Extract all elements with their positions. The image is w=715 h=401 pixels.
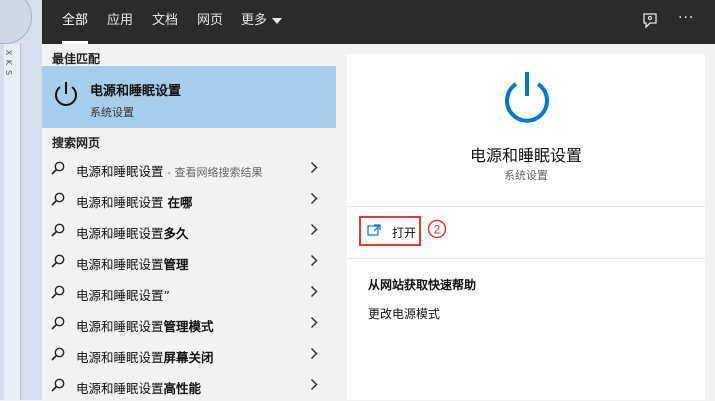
web-search-item[interactable]: 电源和睡眠设置高性能 [42, 370, 336, 401]
tab-all[interactable]: 全部 [62, 0, 89, 44]
open-icon [367, 224, 381, 236]
more-icon[interactable]: ··· [678, 10, 694, 26]
tab-documents[interactable]: 文档 [152, 0, 178, 44]
step-annotation: 2 [427, 219, 447, 239]
detail-title: 电源和睡眠设置 [469, 146, 582, 165]
web-search-text: 电源和睡眠设置管理 [76, 254, 189, 273]
chevron-right-icon [310, 378, 318, 391]
best-match-result[interactable]: 电源和睡眠设置 系统设置 [42, 66, 336, 128]
web-search-text: 电源和睡眠设置 - 查看网络搜索结果 [76, 161, 262, 180]
open-button[interactable]: 打开 [359, 216, 421, 246]
search-icon [51, 254, 65, 268]
help-heading: 从网站获取快速帮助 [368, 278, 477, 292]
chevron-right-icon [310, 161, 318, 174]
web-search-text: 电源和睡眠设置高性能 [76, 378, 201, 397]
background-window-edge: X K S [0, 0, 42, 400]
best-match-label: 最佳匹配 [52, 52, 101, 66]
query-base: 电源和睡眠设置 [76, 319, 164, 334]
tab-more-label: 更多 [241, 13, 268, 28]
web-search-text: 电源和睡眠设置多久 [76, 223, 189, 242]
query-base: 电源和睡眠设置 [76, 226, 164, 241]
tab-apps[interactable]: 应用 [107, 0, 133, 44]
web-search-label: 搜索网页 [52, 136, 101, 150]
svg-text:2: 2 [434, 223, 441, 237]
feedback-icon[interactable] [642, 12, 660, 34]
results-panel: 最佳匹配 电源和睡眠设置 系统设置 搜索网页 电源和睡眠设置 - 查看网络搜索结… [42, 44, 336, 400]
query-base: 电源和睡眠设置 [76, 195, 168, 210]
search-icon [51, 285, 65, 299]
query-base: 电源和睡眠设置 [76, 381, 164, 396]
search-icon [51, 347, 65, 361]
web-search-item[interactable]: 电源和睡眠设置屏幕关闭 [42, 339, 336, 370]
query-base: 电源和睡眠设置 [76, 350, 164, 365]
tab-more[interactable]: 更多 [241, 0, 283, 44]
background-circle [0, 0, 32, 44]
query-base: 电源和睡眠设置 [76, 164, 164, 179]
power-icon [55, 82, 77, 106]
web-search-text: 电源和睡眠设置屏幕关闭 [76, 347, 214, 366]
divider [347, 206, 705, 207]
web-search-item[interactable]: 电源和睡眠设置 在哪 [42, 184, 336, 215]
query-hint: - 查看网络搜索结果 [163, 166, 263, 179]
detail-panel: 电源和睡眠设置 系统设置 打开 2 从网站获取快速帮助 更改电源模式 [347, 54, 705, 400]
web-search-item[interactable]: 电源和睡眠设置 - 查看网络搜索结果 [42, 153, 336, 184]
chevron-right-icon [310, 192, 318, 205]
search-icon [51, 192, 65, 206]
detail-subtitle: 系统设置 [504, 169, 548, 182]
power-large-icon [505, 72, 549, 123]
web-search-item[interactable]: 电源和睡眠设置” [42, 277, 336, 308]
edge-mark: X [4, 49, 14, 56]
chevron-right-icon [310, 316, 318, 329]
divider [347, 258, 705, 259]
chevron-right-icon [310, 347, 318, 360]
best-match-title: 电源和睡眠设置 [90, 84, 182, 99]
query-base: 电源和睡眠设置 [76, 257, 164, 272]
chevron-right-icon [310, 285, 318, 298]
query-completion: 高性能 [163, 381, 202, 396]
edge-mark: S [4, 69, 14, 76]
search-icon [51, 378, 65, 392]
search-icon [51, 316, 65, 330]
web-search-item[interactable]: 电源和睡眠设置管理 [42, 246, 336, 277]
search-topbar: 全部 应用 文档 网页 更多 ··· [42, 0, 715, 44]
web-search-item[interactable]: 电源和睡眠设置多久 [42, 215, 336, 246]
query-completion: 管理 [163, 257, 189, 272]
tab-web[interactable]: 网页 [197, 0, 223, 44]
edge-mark: K [4, 59, 14, 66]
query-completion: 屏幕关闭 [163, 350, 214, 365]
search-icon [51, 223, 65, 237]
best-match-subtitle: 系统设置 [90, 106, 134, 119]
caret-down-icon [272, 17, 283, 24]
web-search-text: 电源和睡眠设置” [76, 285, 170, 304]
query-completion: 多久 [163, 226, 189, 241]
web-search-text: 电源和睡眠设置 在哪 [76, 192, 193, 211]
chevron-right-icon [310, 223, 318, 236]
query-completion: 管理模式 [163, 319, 214, 334]
query-base: 电源和睡眠设置” [76, 288, 170, 303]
background-ruler: X K S [4, 44, 21, 400]
search-icon [51, 161, 65, 175]
open-label: 打开 [392, 226, 417, 240]
help-link-change-power-mode[interactable]: 更改电源模式 [368, 305, 440, 322]
chevron-right-icon [310, 254, 318, 267]
web-search-item[interactable]: 电源和睡眠设置管理模式 [42, 308, 336, 339]
web-search-text: 电源和睡眠设置管理模式 [76, 316, 214, 335]
query-completion: 在哪 [167, 195, 193, 210]
